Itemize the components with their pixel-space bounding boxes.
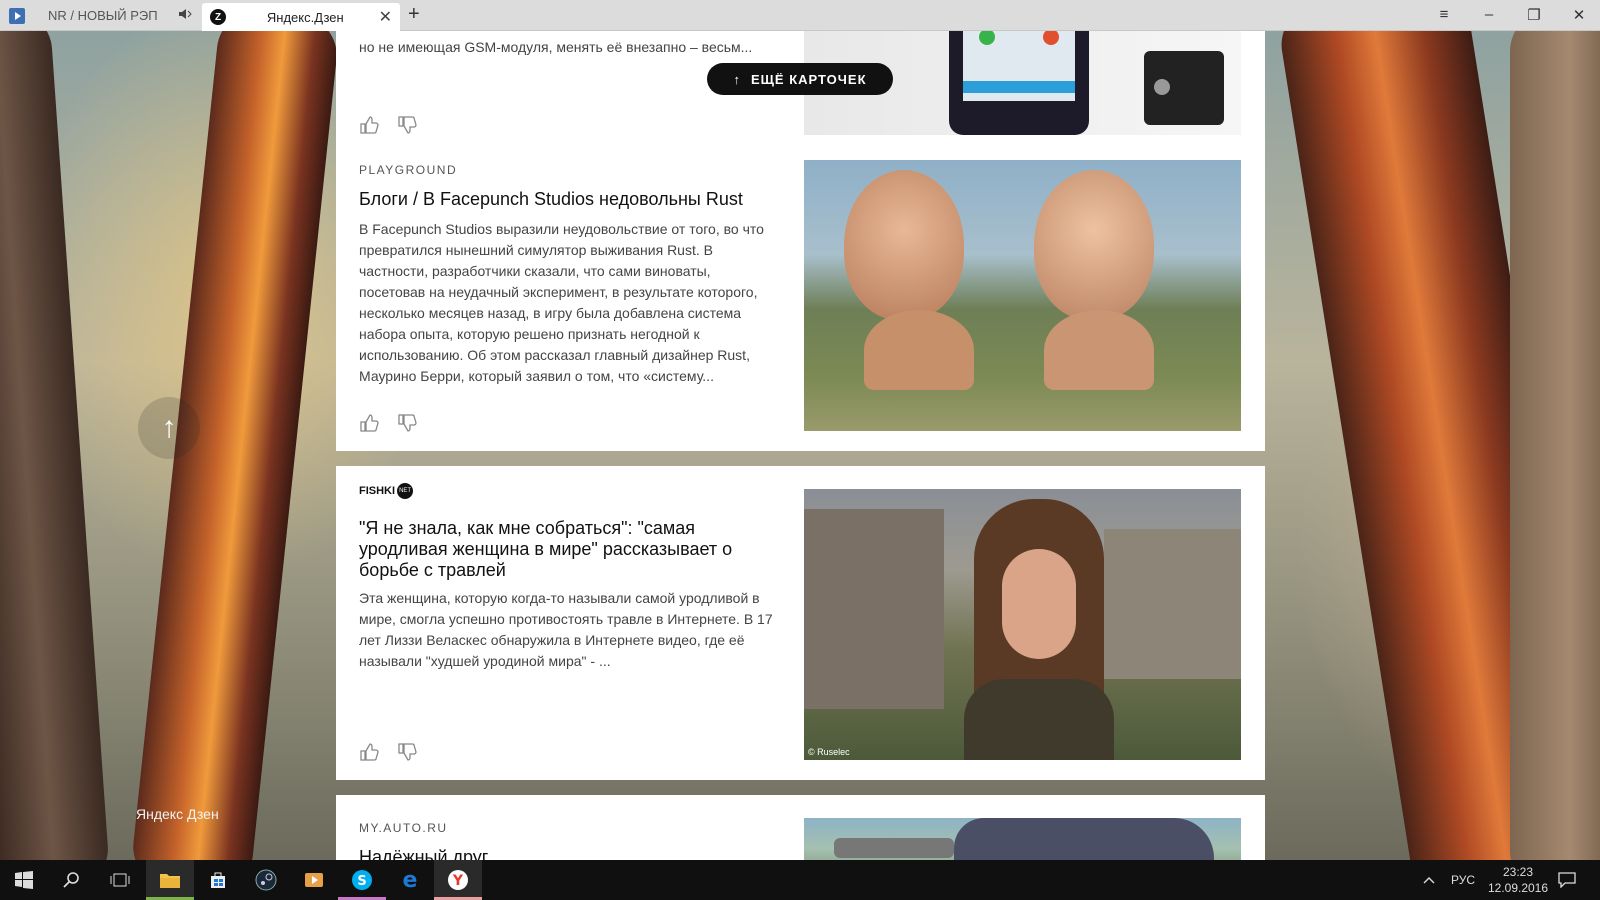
speaker-icon[interactable] xyxy=(178,8,192,23)
feed-card[interactable]: FISHKI NET "Я не знала, как мне собратьс… xyxy=(336,466,1265,780)
phone-image xyxy=(949,31,1089,135)
image-caption: © Ruselec xyxy=(808,747,850,757)
arrow-up-icon: ↑ xyxy=(733,71,741,87)
file-explorer-icon[interactable] xyxy=(146,860,194,900)
card-image[interactable] xyxy=(804,818,1241,860)
character-head-image xyxy=(1034,170,1154,320)
car-image xyxy=(954,818,1214,860)
windows-taskbar: S e Y РУС 23:23 12.09.2016 xyxy=(0,860,1600,900)
edge-icon[interactable]: e xyxy=(386,860,434,900)
thumbs-up-icon[interactable] xyxy=(359,413,379,433)
fishki-source-logo[interactable]: FISHKI NET xyxy=(359,483,414,499)
media-player-icon[interactable] xyxy=(290,860,338,900)
thumbs-down-icon[interactable] xyxy=(397,413,417,433)
card-title[interactable]: Надёжный друг xyxy=(359,847,779,860)
thumbs-up-icon[interactable] xyxy=(359,115,379,135)
card-image[interactable] xyxy=(804,160,1241,431)
svg-text:S: S xyxy=(357,874,366,889)
skype-icon[interactable]: S xyxy=(338,860,386,900)
clock-date: 12.09.2016 xyxy=(1487,881,1549,895)
card-text: но не имеющая GSM-модуля, менять её внез… xyxy=(359,39,753,55)
tab-label: Яндекс.Дзен xyxy=(266,9,344,25)
tree-trunk-right xyxy=(1510,31,1600,860)
thumbs-down-icon[interactable] xyxy=(397,742,417,762)
tree-trunk-left xyxy=(0,31,111,860)
window-close-icon[interactable]: ✕ xyxy=(1567,6,1591,24)
search-icon[interactable] xyxy=(48,860,96,900)
clock-time: 23:23 xyxy=(1502,865,1534,879)
browser-titlebar: NR / НОВЫЙ РЭП Z Яндекс.Дзен ✕ + ≡ – ❐ ✕ xyxy=(0,0,1600,31)
rating-controls xyxy=(359,115,417,135)
more-cards-button[interactable]: ↑ ЕЩЁ КАРТОЧЕК xyxy=(707,63,893,95)
card-image[interactable]: © Ruselec xyxy=(804,489,1241,760)
minimize-icon[interactable]: – xyxy=(1477,6,1501,23)
windows-start-icon[interactable] xyxy=(0,860,48,900)
card-source[interactable]: MY.AUTO.RU xyxy=(359,821,448,835)
zen-favicon: Z xyxy=(210,9,226,25)
thumbs-down-icon[interactable] xyxy=(397,115,417,135)
store-icon[interactable] xyxy=(194,860,242,900)
person-face-image xyxy=(1002,549,1076,659)
feed-card[interactable]: PLAYGROUND Блоги / В Facepunch Studios н… xyxy=(336,137,1265,451)
yandex-browser-icon[interactable]: Y xyxy=(434,860,482,900)
tab-nr-new-rap[interactable]: NR / НОВЫЙ РЭП xyxy=(32,0,200,31)
task-view-icon[interactable] xyxy=(96,860,144,900)
menu-icon[interactable]: ≡ xyxy=(1432,6,1456,23)
steam-icon[interactable] xyxy=(242,860,290,900)
zen-feed: но не имеющая GSM-модуля, менять её внез… xyxy=(336,31,1265,860)
card-text: В Facepunch Studios выразили неудовольст… xyxy=(359,221,764,384)
show-hidden-icons-icon[interactable] xyxy=(1423,860,1435,900)
notifications-icon[interactable] xyxy=(1558,860,1576,900)
play-icon[interactable] xyxy=(9,8,25,24)
tab-yandex-zen[interactable]: Z Яндекс.Дзен ✕ xyxy=(202,3,400,31)
svg-text:Y: Y xyxy=(452,873,464,889)
card-title[interactable]: "Я не знала, как мне собраться": "самая … xyxy=(359,518,779,581)
language-indicator[interactable]: РУС xyxy=(1451,860,1475,900)
card-text: Эта женщина, которую когда-то называли с… xyxy=(359,590,773,669)
restore-icon[interactable]: ❐ xyxy=(1522,6,1546,24)
feed-card[interactable]: MY.AUTO.RU Надёжный друг xyxy=(336,795,1265,860)
svg-text:e: e xyxy=(403,869,418,891)
card-title[interactable]: Блоги / В Facepunch Studios недовольны R… xyxy=(359,189,779,210)
tab-label: NR / НОВЫЙ РЭП xyxy=(48,8,158,23)
gps-device-image xyxy=(1144,51,1224,125)
character-head-image xyxy=(844,170,964,320)
clock[interactable]: 23:23 12.09.2016 xyxy=(1488,860,1548,900)
rating-controls xyxy=(359,413,417,433)
thumbs-up-icon[interactable] xyxy=(359,742,379,762)
scroll-to-top-button[interactable]: ↑ xyxy=(138,397,200,459)
new-tab-button[interactable]: + xyxy=(408,3,420,26)
close-icon[interactable]: ✕ xyxy=(379,7,392,27)
rating-controls xyxy=(359,742,417,762)
card-source[interactable]: PLAYGROUND xyxy=(359,163,457,177)
yandex-zen-logo[interactable]: Яндекс Дзен xyxy=(136,806,219,822)
arrow-up-icon: ↑ xyxy=(161,411,177,444)
